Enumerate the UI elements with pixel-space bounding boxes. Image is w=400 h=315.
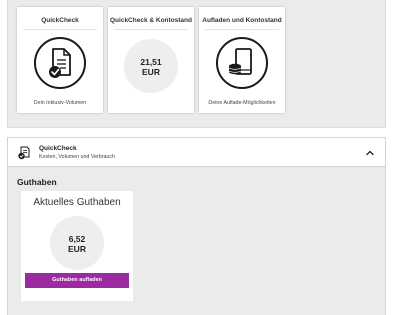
- credit-amount: 6,52: [68, 234, 86, 244]
- current-credit-title: Aktuelles Guthaben: [33, 197, 121, 208]
- divider: [114, 29, 188, 30]
- quickcheck-balance-tile-title: QuickCheck & Kontostand: [110, 17, 192, 24]
- accordion-subtitle: Kosten, Volumen und Verbrauch: [39, 154, 115, 160]
- topup-balance-tile-footer: Deine Auflade-Möglichkeiten: [208, 100, 276, 106]
- credit-circle: 6,52 EUR: [50, 216, 104, 270]
- topup-button[interactable]: Guthaben aufladen: [25, 273, 129, 288]
- quickcheck-accordion-body: Guthaben Aktuelles Guthaben 6,52 EUR Gut…: [7, 167, 386, 315]
- quickcheck-tile[interactable]: QuickCheck Dein Inklusiv-Volumen: [17, 7, 103, 113]
- tablet-coins-icon: [216, 37, 268, 89]
- balance-circle: 21,51 EUR: [124, 39, 178, 93]
- topup-balance-tile[interactable]: Aufladen und Kontostand Deine Auflade-Mö…: [199, 7, 285, 113]
- document-check-icon: [34, 37, 86, 89]
- document-check-icon: [18, 146, 30, 160]
- guthaben-heading: Guthaben: [17, 177, 57, 187]
- divider: [23, 29, 97, 30]
- tiles-panel: QuickCheck Dein Inklusiv-Volumen QuickCh…: [7, 0, 386, 128]
- balance-currency: EUR: [142, 67, 160, 77]
- accordion-title: QuickCheck: [39, 145, 77, 152]
- current-credit-card: Aktuelles Guthaben 6,52 EUR Guthaben auf…: [21, 191, 133, 301]
- quickcheck-accordion-header[interactable]: QuickCheck Kosten, Volumen und Verbrauch: [7, 137, 386, 167]
- credit-currency: EUR: [68, 244, 86, 254]
- divider: [205, 29, 279, 30]
- quickcheck-tile-title: QuickCheck: [41, 17, 79, 24]
- balance-amount: 21,51: [140, 57, 162, 67]
- quickcheck-tile-footer: Dein Inklusiv-Volumen: [33, 100, 87, 106]
- topup-balance-tile-title: Aufladen und Kontostand: [202, 17, 282, 24]
- chevron-up-icon[interactable]: [365, 148, 375, 158]
- quickcheck-balance-tile[interactable]: QuickCheck & Kontostand 21,51 EUR: [108, 7, 194, 113]
